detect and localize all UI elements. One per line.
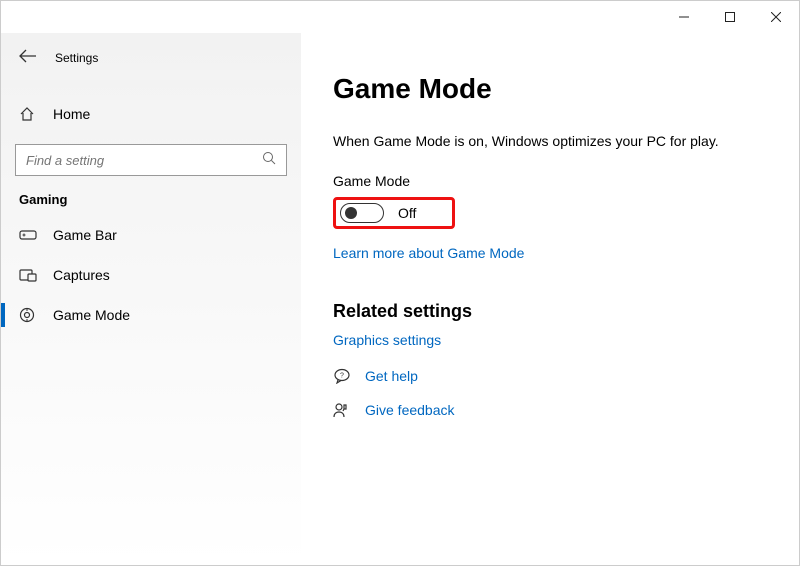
close-button[interactable] bbox=[753, 1, 799, 33]
gamemode-toggle[interactable] bbox=[340, 203, 384, 223]
learn-more-link[interactable]: Learn more about Game Mode bbox=[333, 245, 524, 261]
highlight-annotation: Off bbox=[333, 197, 455, 229]
sidebar-item-label: Game Mode bbox=[53, 307, 130, 323]
sidebar-section-label: Gaming bbox=[1, 176, 301, 215]
get-help-row[interactable]: ? Get help bbox=[333, 368, 767, 384]
get-help-link[interactable]: Get help bbox=[365, 368, 418, 384]
minimize-button[interactable] bbox=[661, 1, 707, 33]
back-icon[interactable] bbox=[19, 49, 37, 66]
page-heading: Game Mode bbox=[333, 73, 767, 105]
sidebar-item-gamebar[interactable]: Game Bar bbox=[1, 215, 301, 255]
sidebar-item-label: Captures bbox=[53, 267, 110, 283]
related-heading: Related settings bbox=[333, 301, 767, 322]
search-input[interactable] bbox=[15, 144, 287, 176]
gamebar-icon bbox=[19, 228, 37, 242]
sidebar-item-gamemode[interactable]: Game Mode bbox=[1, 295, 301, 335]
graphics-settings-link[interactable]: Graphics settings bbox=[333, 332, 441, 348]
svg-text:?: ? bbox=[340, 373, 344, 380]
home-label: Home bbox=[53, 106, 90, 122]
give-feedback-link[interactable]: Give feedback bbox=[365, 402, 455, 418]
maximize-button[interactable] bbox=[707, 1, 753, 33]
window-title: Settings bbox=[55, 51, 98, 65]
give-feedback-row[interactable]: Give feedback bbox=[333, 402, 767, 418]
toggle-caption: Game Mode bbox=[333, 173, 767, 189]
feedback-icon bbox=[333, 402, 351, 418]
sidebar-item-label: Game Bar bbox=[53, 227, 117, 243]
search-icon bbox=[262, 151, 276, 170]
home-icon bbox=[19, 106, 37, 122]
search-field[interactable] bbox=[26, 153, 262, 168]
titlebar bbox=[1, 1, 799, 33]
sidebar-item-captures[interactable]: Captures bbox=[1, 255, 301, 295]
main-panel: Game Mode When Game Mode is on, Windows … bbox=[301, 33, 799, 565]
page-description: When Game Mode is on, Windows optimizes … bbox=[333, 133, 767, 149]
gamemode-icon bbox=[19, 307, 37, 323]
sidebar-item-home[interactable]: Home bbox=[1, 94, 301, 134]
captures-icon bbox=[19, 268, 37, 282]
toggle-state-label: Off bbox=[398, 205, 416, 221]
help-icon: ? bbox=[333, 368, 351, 384]
sidebar: Settings Home Gaming bbox=[1, 33, 301, 565]
